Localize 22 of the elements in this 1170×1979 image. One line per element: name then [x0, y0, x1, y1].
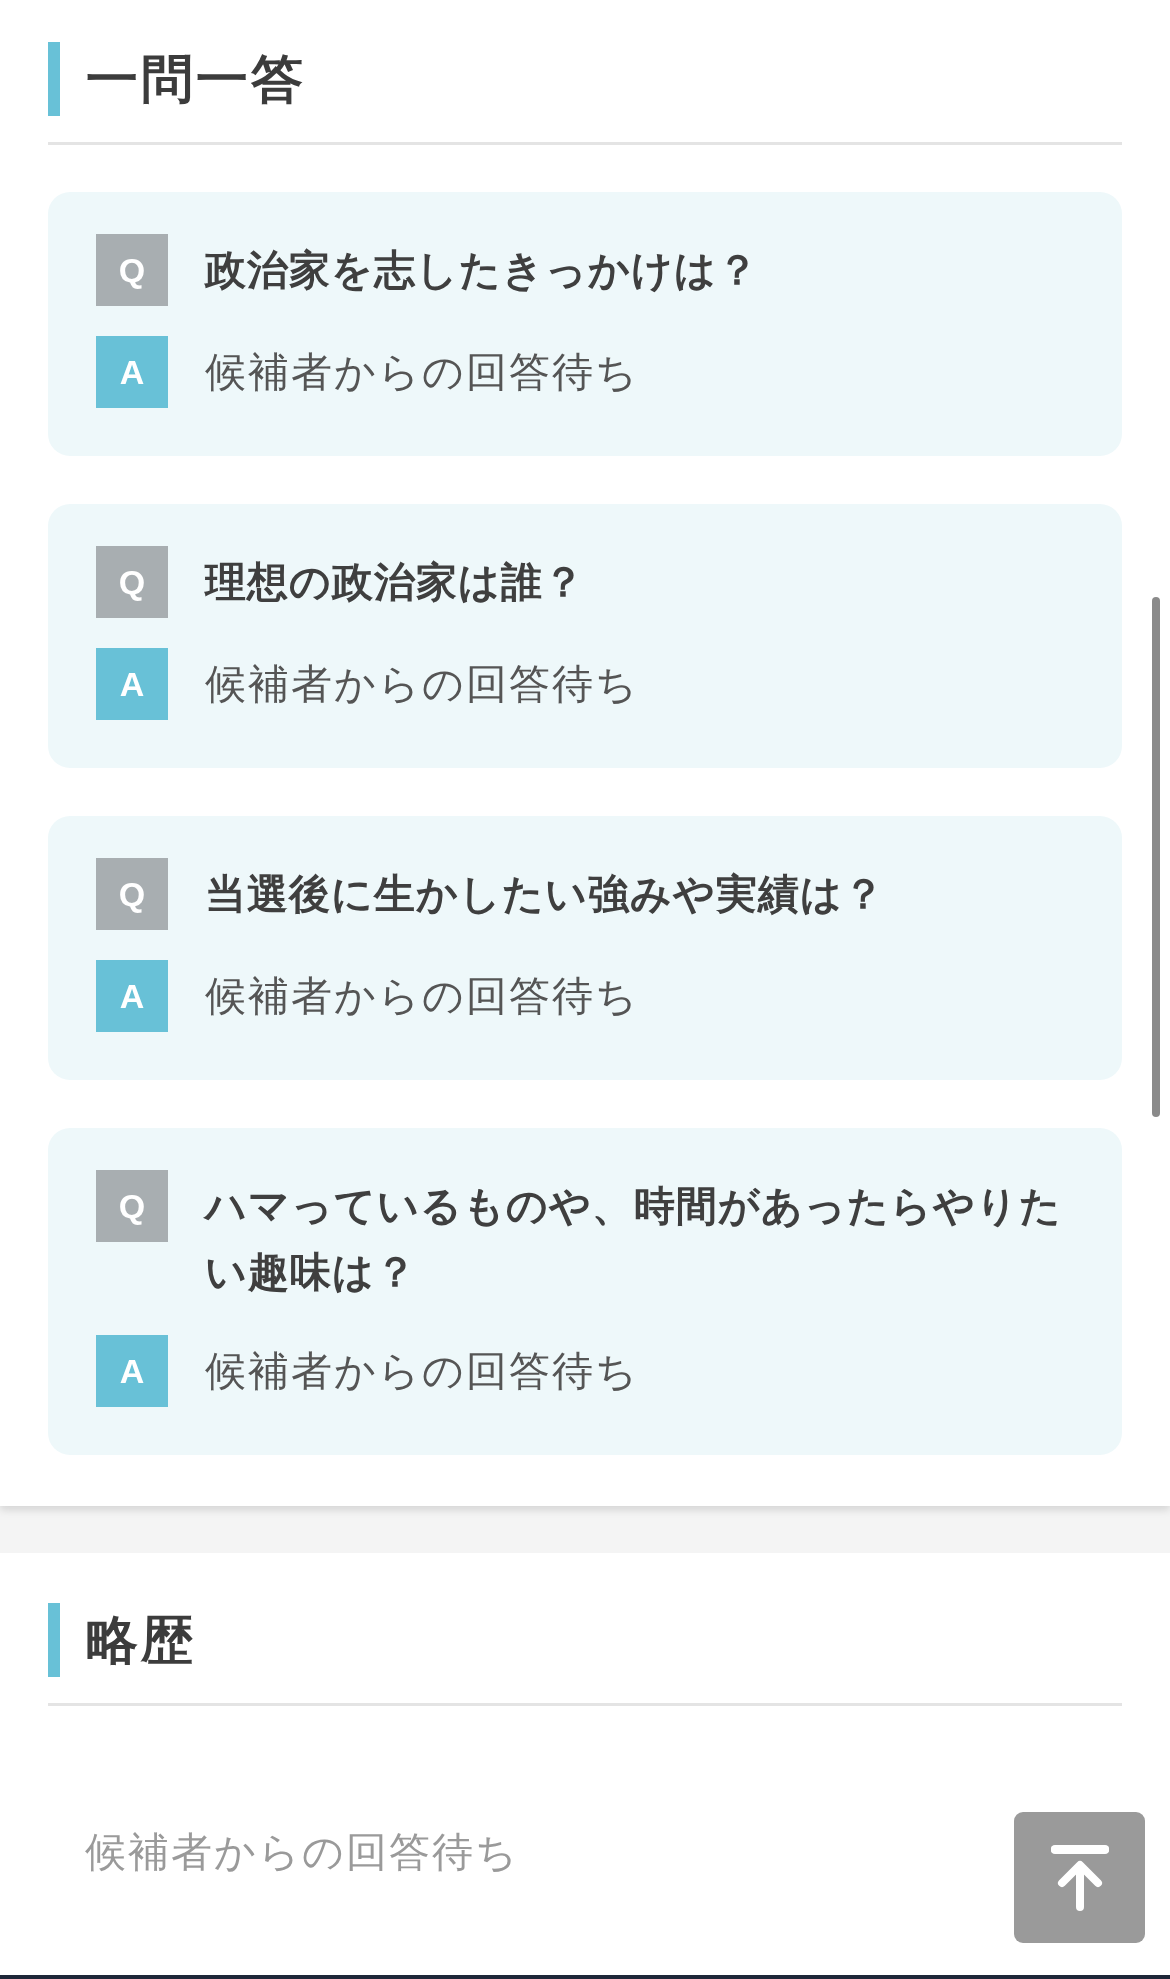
question-text: 当選後に生かしたい強みや実績は？: [205, 869, 885, 920]
question-label: Q: [96, 1170, 168, 1242]
back-to-top-button[interactable]: [1014, 1812, 1145, 1943]
answer-label: A: [96, 336, 168, 408]
answer-label: A: [96, 960, 168, 1032]
body-text: 候補者からの回答待ち: [85, 1827, 519, 1878]
question-label: Q: [96, 858, 168, 930]
question-text: ハマっているものや、時間があったらやりたい趣味は？: [205, 1181, 1063, 1298]
answer-label: A: [96, 648, 168, 720]
section-heading: 一問一答: [48, 42, 306, 116]
answer-text: 候補者からの回答待ち: [205, 659, 639, 710]
answer-label: A: [96, 1335, 168, 1407]
answer-text: 候補者からの回答待ち: [205, 1346, 639, 1397]
question-label: Q: [96, 234, 168, 306]
question-text: 理想の政治家は誰？: [205, 557, 585, 608]
arrow-up-to-line-icon: [1050, 1844, 1109, 1911]
question-label: Q: [96, 546, 168, 618]
answer-text: 候補者からの回答待ち: [205, 347, 639, 398]
section-heading: 略歴: [48, 1603, 196, 1677]
scrollbar-thumb[interactable]: [1152, 597, 1160, 1117]
question-text: 政治家を志したきっかけは？: [205, 245, 759, 296]
answer-text: 候補者からの回答待ち: [205, 971, 639, 1022]
